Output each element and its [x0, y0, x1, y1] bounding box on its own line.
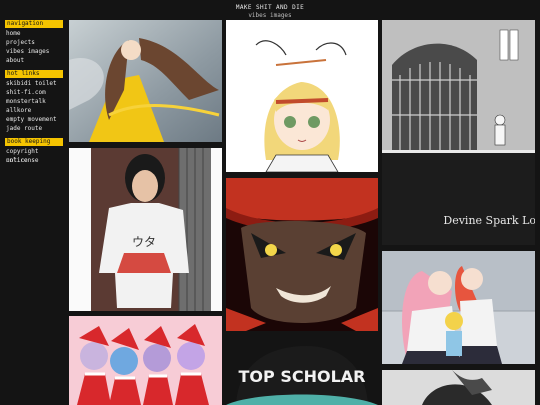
hot-link-empty-movement[interactable]: empty movement [5, 115, 63, 124]
hot-link-jade-route[interactable]: jade route [5, 124, 63, 133]
sidebar-section-navigation: navigation home projects vibes images ab… [5, 20, 63, 65]
manga-gate-panel: Devine Spark Lost... [382, 20, 535, 245]
site-header: MAKE SHIT AND DIE vibes images [0, 4, 540, 20]
top-scholar-cap-photo: TOP SCHOLAR [226, 336, 378, 405]
red-hat-character-closeup [226, 178, 378, 331]
gallery-image-red-vampire[interactable] [226, 178, 378, 331]
hot-link-allkore[interactable]: allkore [5, 106, 63, 115]
gallery-image-anime-hug[interactable] [382, 251, 535, 364]
gallery-image-manga-gate[interactable]: Devine Spark Lost... [382, 20, 535, 245]
site-subtitle: vibes images [248, 12, 292, 19]
manga-caption: Devine Spark Lost... [443, 214, 535, 227]
gallery-image-blonde-sketch[interactable] [226, 20, 378, 172]
gallery-image-yellow-dress-girl[interactable] [69, 20, 222, 142]
sidebar-section-hot-links: hot links skibidi toilet shit-fi.com mon… [5, 70, 63, 133]
hot-link-skibidi-toilet[interactable]: skibidi toilet [5, 79, 63, 88]
yellow-dress-girl-illustration [69, 20, 222, 142]
tshirt-photo: ウタ [69, 148, 222, 311]
black-white-photo [382, 370, 535, 405]
gallery-image-top-scholar[interactable]: TOP SCHOLAR [226, 336, 378, 405]
anime-hug-scene [382, 251, 535, 364]
blonde-girl-sketch [226, 20, 378, 172]
nav-link-about[interactable]: about [5, 56, 63, 65]
cap-text: TOP SCHOLAR [239, 367, 366, 386]
hot-link-monstertalk[interactable]: monstertalk [5, 97, 63, 106]
christmas-girls-illustration [69, 316, 222, 405]
site-title: MAKE SHIT AND DIE [235, 4, 305, 11]
sidebar-section-book-keeping: book keeping copyright notice unlicense [5, 138, 63, 165]
section-heading: book keeping [5, 138, 63, 146]
section-heading: navigation [5, 20, 63, 28]
nav-link-vibes-images[interactable]: vibes images [5, 47, 63, 56]
section-heading: hot links [5, 70, 63, 78]
gallery-image-christmas-girls[interactable] [69, 316, 222, 405]
hot-link-shit-fi[interactable]: shit-fi.com [5, 88, 63, 97]
link-copyright-notice[interactable]: copyright notice [5, 147, 63, 164]
sidebar: navigation home projects vibes images ab… [5, 20, 63, 170]
nav-link-home[interactable]: home [5, 29, 63, 38]
gallery-image-tshirt-photo[interactable]: ウタ [69, 148, 222, 311]
link-unlicense[interactable]: unlicense [5, 156, 63, 165]
gallery-image-bw-photo[interactable] [382, 370, 535, 405]
shirt-print-text: ウタ [132, 235, 156, 249]
nav-link-projects[interactable]: projects [5, 38, 63, 47]
